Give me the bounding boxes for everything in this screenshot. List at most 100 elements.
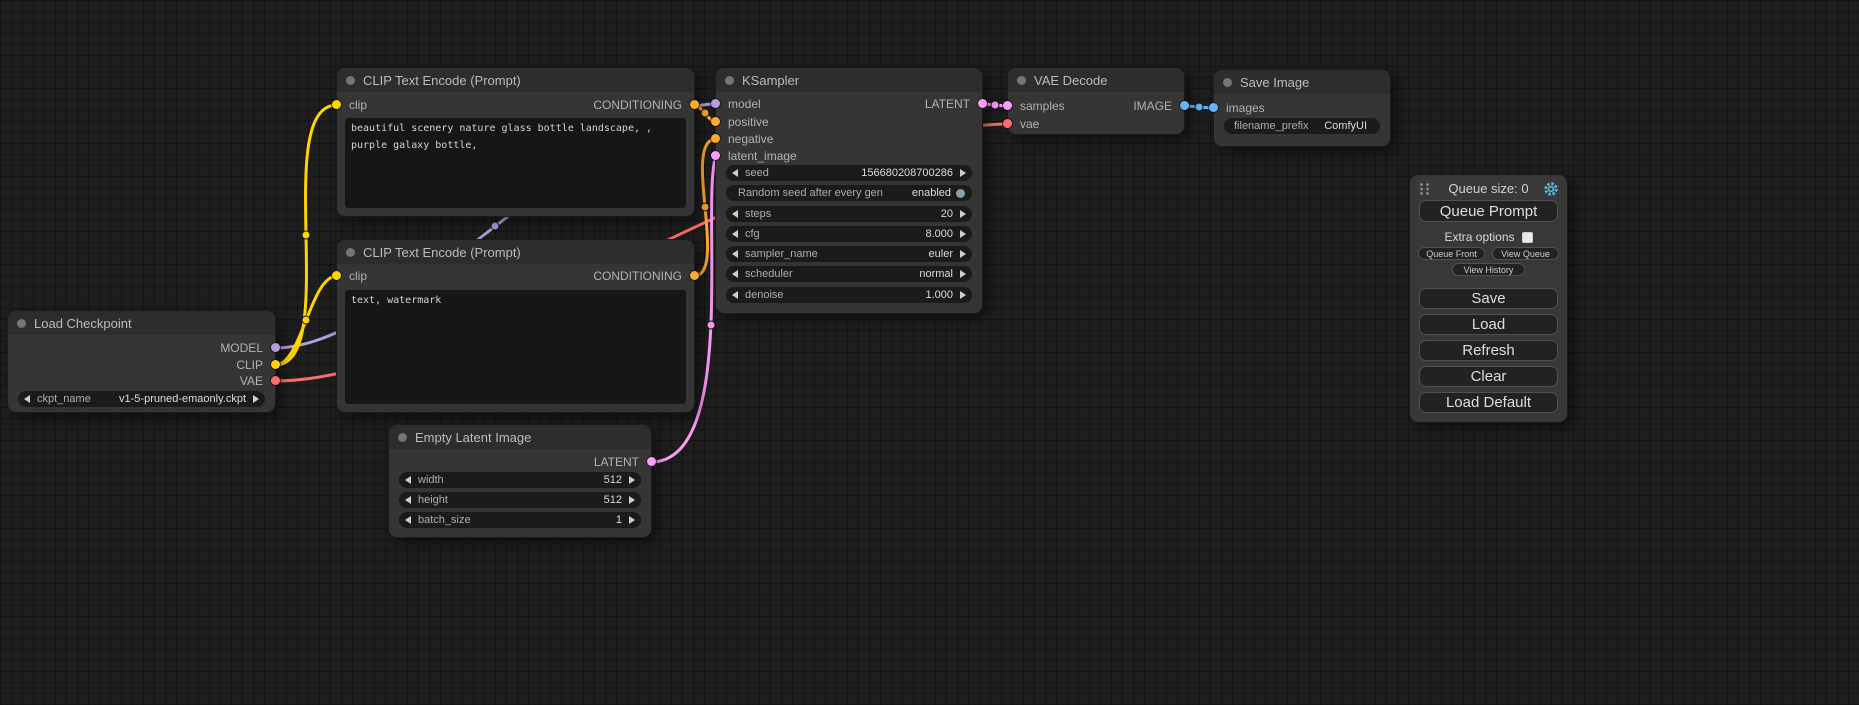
view-history-button[interactable]: View History <box>1452 263 1525 276</box>
wire-clip-positive <box>275 105 337 365</box>
model-input-dot[interactable] <box>711 99 720 108</box>
node-title-bar[interactable]: KSampler <box>716 68 982 92</box>
batch-size-widget[interactable]: batch_size 1 <box>399 512 641 528</box>
ckpt-name-widget[interactable]: ckpt_name v1-5-pruned-emaonly.ckpt <box>18 391 265 407</box>
increment-arrow-icon[interactable] <box>960 210 966 218</box>
node-ksampler[interactable]: KSampler model positive negative latent_… <box>716 68 982 313</box>
increment-arrow-icon[interactable] <box>629 516 635 524</box>
samples-input-dot[interactable] <box>1003 101 1012 110</box>
node-vae-decode[interactable]: VAE Decode samples vae IMAGE <box>1008 68 1184 134</box>
images-input-dot[interactable] <box>1209 103 1218 112</box>
queue-prompt-button[interactable]: Queue Prompt <box>1419 200 1558 222</box>
next-arrow-icon[interactable] <box>253 395 259 403</box>
settings-gear-icon[interactable] <box>1543 181 1559 197</box>
denoise-widget[interactable]: denoise 1.000 <box>726 287 972 303</box>
next-arrow-icon[interactable] <box>960 250 966 258</box>
filename-prefix-widget[interactable]: filename_prefix ComfyUI <box>1224 118 1380 134</box>
height-widget[interactable]: height 512 <box>399 492 641 508</box>
node-title-bar[interactable]: VAE Decode <box>1008 68 1184 92</box>
latent-output-dot[interactable] <box>978 99 987 108</box>
collapse-dot-icon[interactable] <box>1017 76 1026 85</box>
node-title-bar[interactable]: Load Checkpoint <box>8 311 275 335</box>
node-clip-text-encode-positive[interactable]: CLIP Text Encode (Prompt) clip CONDITION… <box>337 68 694 216</box>
vae-output-dot[interactable] <box>271 376 280 385</box>
input-label-negative: negative <box>728 132 773 146</box>
clip-input-dot[interactable] <box>332 100 341 109</box>
conditioning-output-dot[interactable] <box>690 271 699 280</box>
vae-input-dot[interactable] <box>1003 119 1012 128</box>
load-default-button[interactable]: Load Default <box>1419 392 1558 413</box>
node-title-bar[interactable]: Empty Latent Image <box>389 425 651 449</box>
widget-value: 1 <box>616 514 622 526</box>
widget-label: Random seed after every gen <box>738 187 883 199</box>
queue-front-button[interactable]: Queue Front <box>1418 247 1485 260</box>
node-load-checkpoint[interactable]: Load Checkpoint MODEL CLIP VAE ckpt_name… <box>8 311 275 412</box>
prev-arrow-icon[interactable] <box>24 395 30 403</box>
decrement-arrow-icon[interactable] <box>405 496 411 504</box>
decrement-arrow-icon[interactable] <box>405 476 411 484</box>
cfg-widget[interactable]: cfg 8.000 <box>726 226 972 242</box>
negative-input-dot[interactable] <box>711 134 720 143</box>
node-empty-latent-image[interactable]: Empty Latent Image LATENT width 512 heig… <box>389 425 651 537</box>
latent-image-input-dot[interactable] <box>711 151 720 160</box>
increment-arrow-icon[interactable] <box>960 291 966 299</box>
prompt-textarea[interactable]: beautiful scenery nature glass bottle la… <box>345 118 686 208</box>
decrement-arrow-icon[interactable] <box>405 516 411 524</box>
view-queue-button[interactable]: View Queue <box>1492 247 1559 260</box>
latent-output-dot[interactable] <box>647 457 656 466</box>
decrement-arrow-icon[interactable] <box>732 210 738 218</box>
node-clip-text-encode-negative[interactable]: CLIP Text Encode (Prompt) clip CONDITION… <box>337 240 694 412</box>
seed-toggle-dot[interactable] <box>956 189 965 198</box>
scheduler-widget[interactable]: scheduler normal <box>726 266 972 282</box>
input-label-latent-image: latent_image <box>728 149 797 163</box>
prev-arrow-icon[interactable] <box>732 270 738 278</box>
node-title: Load Checkpoint <box>34 316 132 331</box>
increment-arrow-icon[interactable] <box>960 169 966 177</box>
random-seed-toggle-widget[interactable]: Random seed after every gen enabled <box>726 185 972 201</box>
node-title-bar[interactable]: CLIP Text Encode (Prompt) <box>337 240 694 264</box>
collapse-dot-icon[interactable] <box>346 76 355 85</box>
decrement-arrow-icon[interactable] <box>732 169 738 177</box>
load-button[interactable]: Load <box>1419 314 1558 335</box>
collapse-dot-icon[interactable] <box>398 433 407 442</box>
widget-value: v1-5-pruned-emaonly.ckpt <box>119 393 246 405</box>
save-button[interactable]: Save <box>1419 288 1558 309</box>
output-label-latent: LATENT <box>925 97 970 111</box>
widget-value: 512 <box>604 474 622 486</box>
clip-input-dot[interactable] <box>332 271 341 280</box>
node-graph-canvas[interactable]: Load Checkpoint MODEL CLIP VAE ckpt_name… <box>0 0 1859 705</box>
seed-widget[interactable]: seed 156680208700286 <box>726 165 972 181</box>
increment-arrow-icon[interactable] <box>629 496 635 504</box>
collapse-dot-icon[interactable] <box>725 76 734 85</box>
increment-arrow-icon[interactable] <box>960 230 966 238</box>
collapse-dot-icon[interactable] <box>346 248 355 257</box>
width-widget[interactable]: width 512 <box>399 472 641 488</box>
clear-button[interactable]: Clear <box>1419 366 1558 387</box>
conditioning-output-dot[interactable] <box>690 100 699 109</box>
wire-midpoint-dot <box>1195 103 1203 111</box>
decrement-arrow-icon[interactable] <box>732 291 738 299</box>
node-save-image[interactable]: Save Image images filename_prefix ComfyU… <box>1214 70 1390 146</box>
positive-input-dot[interactable] <box>711 117 720 126</box>
increment-arrow-icon[interactable] <box>629 476 635 484</box>
extra-options-checkbox[interactable] <box>1522 232 1533 243</box>
collapse-dot-icon[interactable] <box>17 319 26 328</box>
decrement-arrow-icon[interactable] <box>732 230 738 238</box>
widget-label: denoise <box>745 289 784 301</box>
widget-label: height <box>418 494 448 506</box>
next-arrow-icon[interactable] <box>960 270 966 278</box>
wire-midpoint-dot <box>991 101 999 109</box>
widget-value: 20 <box>941 208 953 220</box>
steps-widget[interactable]: steps 20 <box>726 206 972 222</box>
refresh-button[interactable]: Refresh <box>1419 340 1558 361</box>
node-title-bar[interactable]: Save Image <box>1214 70 1390 94</box>
collapse-dot-icon[interactable] <box>1223 78 1232 87</box>
image-output-dot[interactable] <box>1180 101 1189 110</box>
prompt-textarea[interactable]: text, watermark <box>345 290 686 404</box>
output-label-vae: VAE <box>240 374 263 388</box>
prev-arrow-icon[interactable] <box>732 250 738 258</box>
model-output-dot[interactable] <box>271 343 280 352</box>
node-title-bar[interactable]: CLIP Text Encode (Prompt) <box>337 68 694 92</box>
sampler-name-widget[interactable]: sampler_name euler <box>726 246 972 262</box>
clip-output-dot[interactable] <box>271 360 280 369</box>
